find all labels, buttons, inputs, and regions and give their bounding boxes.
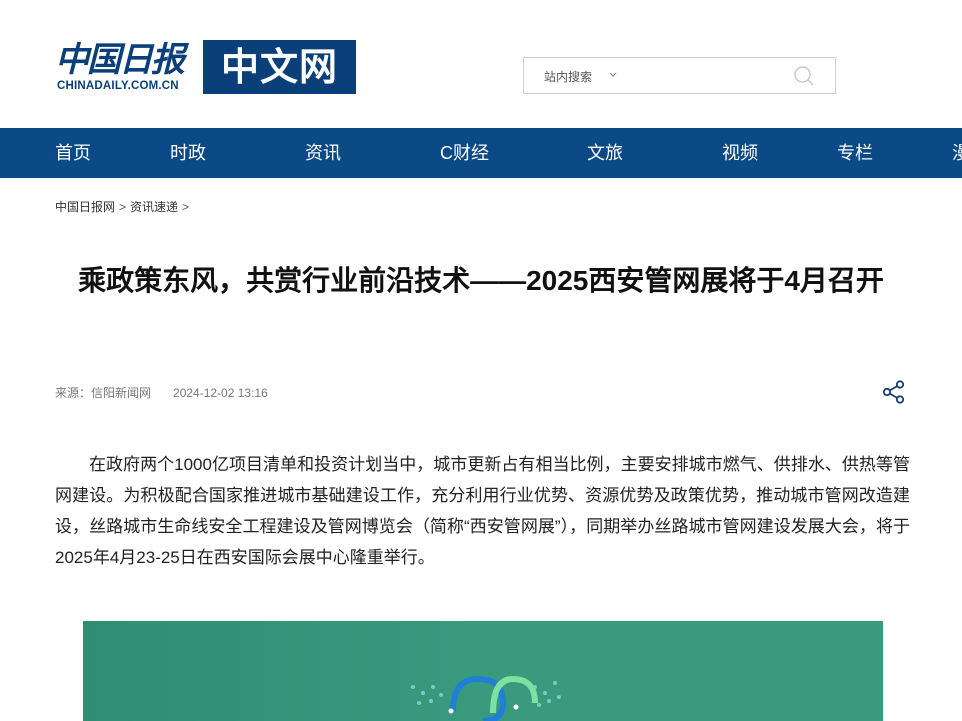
nav-item-finance[interactable]: C财经: [440, 128, 489, 178]
search-scope-select[interactable]: 站内搜索: [544, 68, 592, 85]
article-time: 2024-12-02 13:16: [173, 386, 268, 400]
logo-english-text: CHINADAILY.COM.CN: [57, 80, 179, 92]
breadcrumb-separator: >: [182, 200, 190, 214]
site-search: 站内搜索: [523, 57, 836, 94]
main-nav: 首页 时政 资讯 C财经 文旅 视频 专栏 漫: [0, 128, 962, 178]
nav-item-politics[interactable]: 时政: [170, 128, 206, 178]
search-input[interactable]: [624, 62, 784, 90]
breadcrumb-separator: >: [119, 200, 127, 214]
nav-item-video[interactable]: 视频: [722, 128, 758, 178]
pipe-network-logo-graphic: [411, 675, 561, 721]
site-header: 中国日报 CHINADAILY.COM.CN 中文网 站内搜索: [0, 0, 962, 128]
search-icon[interactable]: [792, 64, 816, 88]
article-source: 来源：信阳新闻网: [55, 386, 152, 400]
nav-item-news[interactable]: 资讯: [305, 128, 341, 178]
logo-chinese-text: 中国日报: [55, 40, 185, 80]
article-image: [83, 621, 883, 721]
chevron-down-icon[interactable]: [607, 68, 619, 82]
nav-item-column[interactable]: 专栏: [837, 128, 873, 178]
breadcrumb-item-home[interactable]: 中国日报网: [55, 200, 115, 214]
logo-chinese-web[interactable]: 中文网: [203, 40, 356, 94]
article-body: 在政府两个1000亿项目清单和投资计划当中，城市更新占有相当比例，主要安排城市燃…: [55, 455, 910, 567]
site-logo[interactable]: 中国日报 CHINADAILY.COM.CN 中文网: [55, 40, 356, 96]
logo-chinadaily[interactable]: 中国日报 CHINADAILY.COM.CN: [55, 40, 201, 96]
nav-item-comics[interactable]: 漫: [952, 128, 962, 178]
nav-item-home[interactable]: 首页: [55, 128, 91, 178]
breadcrumb-item-news-express[interactable]: 资讯速递: [130, 200, 178, 214]
article-title: 乘政策东风，共赏行业前沿技术——2025西安管网展将于4月召开: [78, 265, 884, 296]
share-icon[interactable]: [880, 378, 908, 406]
article-meta: 来源：信阳新闻网 2024-12-02 13:16: [55, 384, 268, 401]
breadcrumb: 中国日报网 > 资讯速递 >: [55, 198, 193, 215]
nav-item-culture-travel[interactable]: 文旅: [587, 128, 623, 178]
